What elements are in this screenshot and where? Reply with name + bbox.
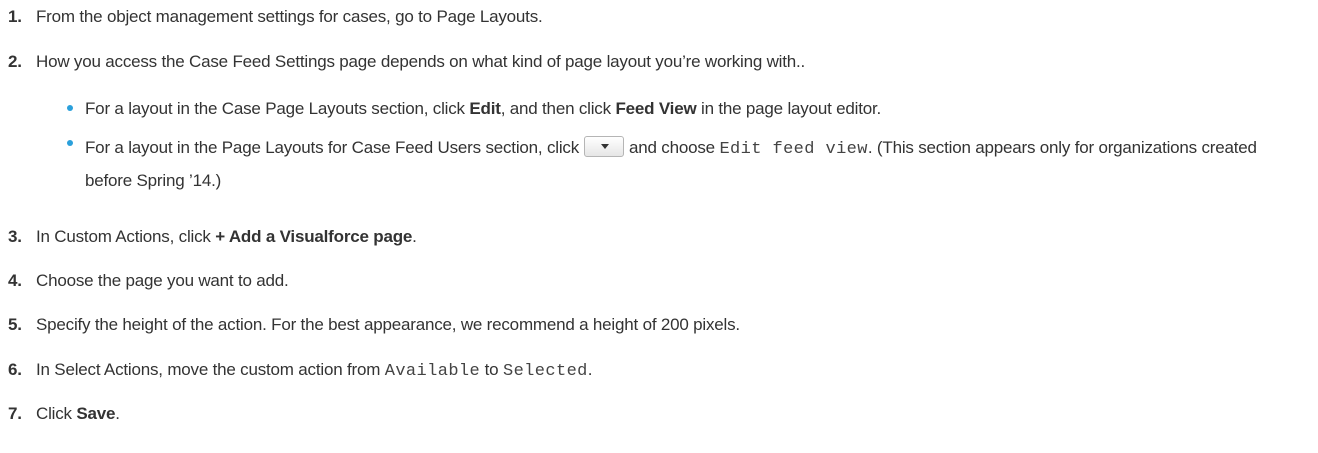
step-number: 5. — [8, 315, 22, 334]
step-text: In Custom Actions, click + Add a Visualf… — [36, 227, 417, 246]
step-number: 7. — [8, 404, 22, 423]
step-text: In Select Actions, move the custom actio… — [36, 360, 593, 381]
add-visualforce-page-label: + Add a Visualforce page — [215, 227, 413, 246]
save-label: Save — [76, 404, 116, 423]
step-text: Click Save. — [36, 404, 120, 423]
code-text: Selected — [502, 362, 588, 381]
instruction-steps: 1. From the object management settings f… — [0, 0, 1318, 453]
step-number: 1. — [8, 7, 22, 26]
bullet-text: For a layout in the Case Page Layouts se… — [85, 99, 882, 118]
step-text: Specify the height of the action. For th… — [36, 315, 740, 334]
feed-view-link-label: Feed View — [615, 99, 697, 118]
step-number: 3. — [8, 227, 22, 246]
chevron-down-icon — [601, 144, 610, 150]
step-text: From the object management settings for … — [36, 7, 543, 26]
step-text: Choose the page you want to add. — [36, 271, 289, 290]
bullet-text: For a layout in the Page Layouts for Cas… — [85, 136, 1257, 190]
menu-dropdown-button — [584, 136, 625, 158]
bullet-icon — [67, 140, 73, 146]
code-text: Available — [384, 362, 481, 381]
bullet-icon — [67, 105, 73, 111]
code-text: Edit feed view — [719, 140, 868, 159]
step-text: How you access the Case Feed Settings pa… — [36, 52, 806, 71]
step-number: 4. — [8, 271, 22, 290]
step-number: 2. — [8, 52, 22, 71]
step-number: 6. — [8, 360, 22, 379]
edit-link-label: Edit — [469, 99, 501, 118]
